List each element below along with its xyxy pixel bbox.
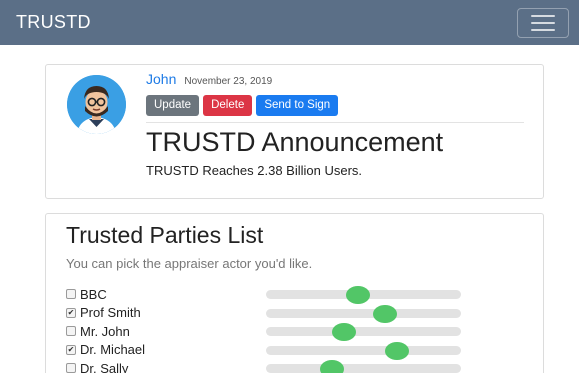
- party-checkbox-label[interactable]: Mr. John: [66, 324, 130, 339]
- party-checkbox-label[interactable]: BBC: [66, 287, 107, 302]
- delete-button[interactable]: Delete: [203, 95, 253, 116]
- slider-thumb[interactable]: [372, 304, 397, 323]
- post-actions: Update Delete Send to Sign: [146, 95, 524, 116]
- slider-thumb[interactable]: [332, 323, 356, 341]
- party-row: BBC: [66, 285, 526, 304]
- party-checkbox-label[interactable]: Dr. Sally: [66, 361, 128, 373]
- party-row: Mr. John: [66, 322, 526, 341]
- party-row: Dr. Sally: [66, 359, 526, 373]
- party-checkbox-label[interactable]: ✔ Prof Smith: [66, 305, 141, 320]
- party-name: Dr. Sally: [80, 360, 129, 373]
- slider-thumb[interactable]: [320, 360, 345, 373]
- update-button[interactable]: Update: [146, 95, 200, 116]
- party-name: BBC: [80, 286, 107, 302]
- post-meta: John November 23, 2019: [146, 71, 524, 89]
- author-link[interactable]: John: [146, 71, 176, 87]
- slider-thumb[interactable]: [345, 286, 370, 304]
- brand-logo[interactable]: TRUSTD: [16, 12, 91, 33]
- hamburger-icon-bar: [531, 21, 555, 24]
- announcement-card: John November 23, 2019 Update Delete Sen…: [45, 64, 544, 199]
- party-row: ✔ Dr. Michael: [66, 341, 526, 360]
- avatar: [67, 75, 126, 134]
- rating-slider[interactable]: [266, 341, 461, 360]
- checkbox[interactable]: [66, 363, 76, 373]
- party-row: ✔ Prof Smith: [66, 304, 526, 323]
- top-navbar: TRUSTD: [0, 0, 579, 45]
- post-body: John November 23, 2019 Update Delete Sen…: [146, 71, 524, 178]
- party-checkbox-label[interactable]: ✔ Dr. Michael: [66, 342, 145, 357]
- checkbox[interactable]: ✔: [66, 344, 76, 355]
- announcement-text: TRUSTD Reaches 2.38 Billion Users.: [146, 163, 363, 178]
- party-name: Mr. John: [80, 323, 130, 339]
- announcement-title: TRUSTD Announcement: [146, 127, 444, 157]
- rating-slider[interactable]: [266, 304, 461, 323]
- divider: [146, 122, 524, 123]
- section-title: Trusted Parties List: [66, 222, 264, 248]
- checkbox[interactable]: [66, 326, 76, 337]
- hamburger-menu-button[interactable]: [517, 7, 569, 38]
- party-name: Prof Smith: [80, 305, 141, 321]
- slider-thumb[interactable]: [384, 341, 409, 360]
- rating-slider[interactable]: [266, 360, 461, 373]
- rating-slider[interactable]: [266, 323, 461, 341]
- parties-list: BBC ✔ Prof Smith Mr. John ✔ Dr. Michael …: [66, 285, 526, 373]
- post-date: November 23, 2019: [184, 76, 273, 87]
- hamburger-icon-bar: [531, 28, 555, 31]
- checkbox[interactable]: [66, 289, 76, 300]
- send-to-sign-button[interactable]: Send to Sign: [256, 95, 339, 116]
- section-hint: You can pick the appraiser actor you'd l…: [66, 256, 313, 271]
- trusted-parties-card: Trusted Parties List You can pick the ap…: [45, 213, 544, 373]
- avatar-icon: [67, 75, 126, 134]
- hamburger-icon-bar: [531, 14, 555, 17]
- rating-slider[interactable]: [266, 286, 461, 304]
- party-name: Dr. Michael: [80, 342, 146, 358]
- checkbox[interactable]: ✔: [66, 307, 76, 318]
